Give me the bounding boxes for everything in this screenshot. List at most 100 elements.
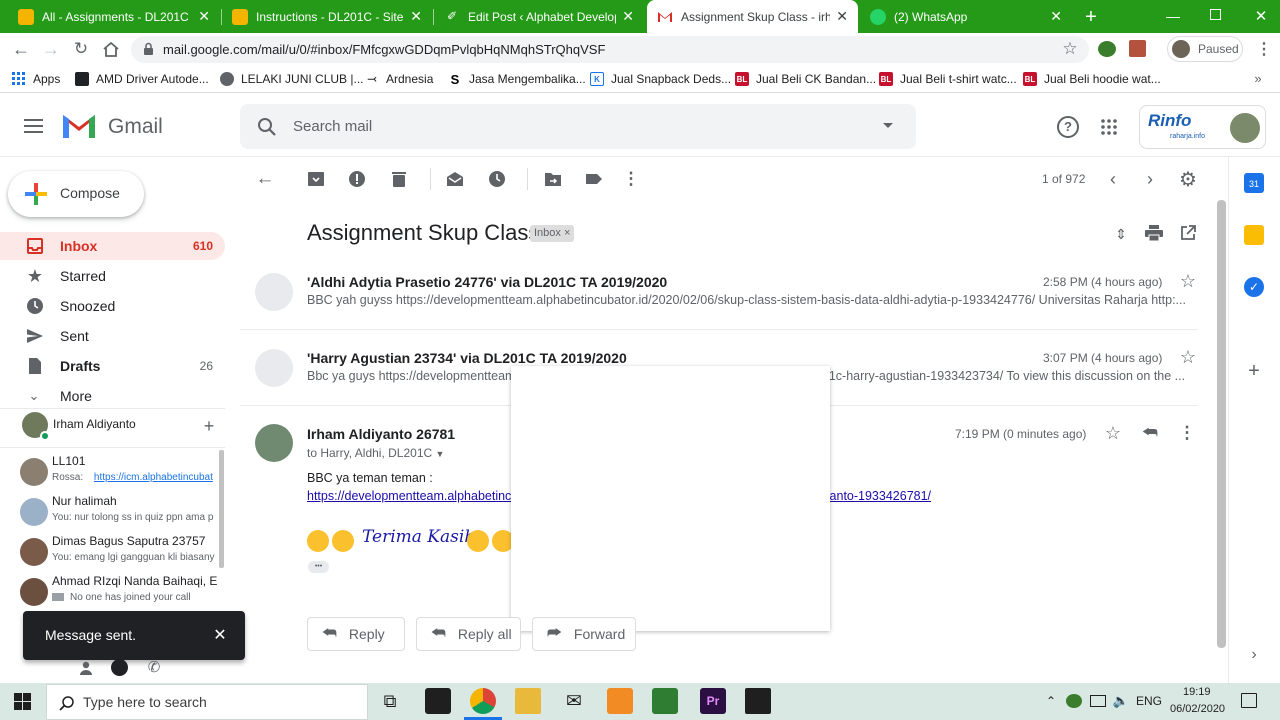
chrome-icon[interactable]	[470, 688, 496, 714]
close-tab-icon[interactable]: ✕	[410, 8, 422, 25]
bookmark-apps[interactable]: Apps	[12, 70, 60, 88]
task-view-icon[interactable]: ⧉	[377, 688, 403, 714]
star-message-icon[interactable]: ☆	[1103, 423, 1123, 443]
browser-tab-edit-post[interactable]: ✐ Edit Post ‹ Alphabet Developm ✕	[434, 0, 644, 33]
camtasia-icon[interactable]	[652, 688, 678, 714]
chat-item-dimas[interactable]: Dimas Bagus Saputra 23757 You: emang lgi…	[20, 534, 225, 572]
older-icon[interactable]: ›	[1141, 169, 1159, 189]
content-scrollbar[interactable]	[1217, 200, 1226, 648]
close-window-icon[interactable]: ✕	[1250, 6, 1272, 26]
nav-sent[interactable]: Sent	[0, 322, 225, 350]
home-icon[interactable]	[101, 40, 121, 58]
maximize-window-icon[interactable]	[1210, 9, 1221, 20]
chat-item-ahmad[interactable]: Ahmad RIzqi Nanda Baihaqi, E No one has …	[20, 574, 225, 612]
bookmark-jasa[interactable]: S Jasa Mengembalika...	[448, 70, 586, 88]
compose-button[interactable]: Compose	[8, 171, 144, 217]
close-tab-icon[interactable]: ✕	[1050, 8, 1062, 25]
premiere-pro-icon[interactable]: Pr	[700, 688, 726, 714]
chat-item-nur-halimah[interactable]: Nur halimah You: nur tolong ss in quiz p…	[20, 494, 225, 532]
profile-paused-chip[interactable]: Paused	[1167, 36, 1243, 62]
back-to-inbox-icon[interactable]: ←	[254, 168, 276, 189]
chat-scrollbar[interactable]	[219, 450, 224, 568]
browser-tab-instructions[interactable]: Instructions - DL201C - Sitem ✕	[222, 0, 432, 33]
google-apps-icon[interactable]	[1101, 119, 1117, 135]
mail-icon[interactable]: ✉	[561, 688, 587, 714]
nav-starred[interactable]: ★ Starred	[0, 262, 225, 290]
network-icon[interactable]	[1090, 695, 1106, 707]
nav-drafts[interactable]: Drafts 26	[0, 352, 225, 380]
show-details-icon[interactable]: ▼	[436, 449, 445, 459]
language-indicator[interactable]: ENG	[1136, 694, 1162, 708]
bookmark-ck-bandana[interactable]: BL Jual Beli CK Bandan...	[735, 70, 876, 88]
archive-icon[interactable]	[307, 170, 325, 188]
remove-label-icon[interactable]: ×	[564, 227, 570, 239]
store-icon[interactable]	[425, 688, 451, 714]
browser-tab-gmail[interactable]: Assignment Skup Class - irham ✕	[647, 0, 858, 33]
label-icon[interactable]	[585, 170, 603, 188]
hangouts-icon[interactable]	[111, 659, 128, 676]
minimize-window-icon[interactable]: —	[1162, 6, 1184, 26]
bookmark-hoodie[interactable]: BL Jual Beli hoodie wat...	[1023, 70, 1161, 88]
browser-tab-whatsapp[interactable]: (2) WhatsApp ✕	[860, 0, 1072, 33]
back-icon[interactable]: ←	[10, 38, 32, 60]
forward-button[interactable]: ⮫ Forward	[532, 617, 636, 651]
move-to-icon[interactable]	[544, 170, 562, 188]
chat-item-ll101[interactable]: LL101 Rossa: https://icm.alphabetincubat	[20, 454, 225, 492]
bookmark-star-icon[interactable]: ☆	[1060, 39, 1080, 59]
keep-icon[interactable]	[1244, 225, 1264, 245]
snooze-icon[interactable]	[488, 170, 506, 188]
clock-time[interactable]: 19:19	[1183, 686, 1211, 698]
phone-icon[interactable]: ✆	[146, 659, 162, 676]
contacts-icon[interactable]	[80, 661, 92, 675]
bookmark-lelaki-juni[interactable]: LELAKI JUNI CLUB |...	[220, 70, 364, 88]
close-icon[interactable]: ✕	[211, 625, 229, 645]
show-side-panel-icon[interactable]: ›	[1244, 645, 1264, 665]
show-hidden-icons-icon[interactable]: ⌃	[1044, 692, 1058, 710]
calendar-icon[interactable]: 31	[1244, 173, 1264, 193]
lock-icon[interactable]	[143, 42, 154, 56]
chat-snippet-link[interactable]: https://icm.alphabetincubat	[94, 472, 213, 483]
hangouts-user-name[interactable]: Irham Aldiyanto	[53, 417, 136, 431]
close-tab-icon[interactable]: ✕	[622, 8, 634, 25]
reply-icon[interactable]: ⮪	[1140, 423, 1160, 443]
nav-inbox[interactable]: Inbox 610	[0, 232, 225, 260]
nav-snoozed[interactable]: Snoozed	[0, 292, 225, 320]
forward-icon[interactable]: →	[40, 38, 62, 60]
new-tab-button[interactable]: +	[1080, 6, 1102, 28]
show-trimmed-content-button[interactable]: •••	[308, 561, 329, 573]
bookmark-amd[interactable]: AMD Driver Autode...	[75, 70, 209, 88]
url-text[interactable]: mail.google.com/mail/u/0/#inbox/FMfcgxwG…	[163, 42, 605, 57]
settings-gear-icon[interactable]: ⚙	[1178, 169, 1198, 191]
action-center-icon[interactable]	[1241, 693, 1257, 708]
volume-icon[interactable]: 🔈	[1112, 692, 1130, 710]
main-menu-icon[interactable]	[24, 118, 43, 134]
collapsed-message[interactable]: 'Aldhi Adytia Prasetio 24776' via DL201C…	[240, 258, 1197, 330]
clock-date[interactable]: 06/02/2020	[1170, 703, 1225, 715]
bookmark-snapback[interactable]: K Jual Snapback Deds...	[590, 70, 731, 88]
sublime-text-icon[interactable]	[607, 688, 633, 714]
search-options-icon[interactable]	[883, 123, 893, 128]
more-bookmarks-icon[interactable]: »	[1252, 70, 1264, 86]
print-icon[interactable]	[1145, 225, 1163, 242]
recipients[interactable]: to Harry, Aldhi, DL201C ▼	[307, 446, 444, 460]
star-message-icon[interactable]: ☆	[1178, 347, 1198, 367]
nav-more[interactable]: ⌄ More	[0, 382, 225, 410]
get-addons-icon[interactable]: +	[1244, 360, 1264, 382]
more-options-icon[interactable]: ⋮	[622, 169, 640, 188]
gmail-logo-icon[interactable]	[61, 113, 97, 140]
search-input[interactable]: Search mail	[293, 118, 372, 135]
reload-icon[interactable]: ↻	[70, 38, 92, 60]
bookmark-ardnesia[interactable]: ⤙ Ardnesia	[365, 70, 434, 88]
windows-start-icon[interactable]	[14, 693, 31, 710]
support-icon[interactable]: ?	[1057, 116, 1079, 138]
reply-all-button[interactable]: ⮪ Reply all	[416, 617, 521, 651]
inbox-label-chip[interactable]: Inbox ×	[530, 225, 575, 242]
new-chat-icon[interactable]: +	[200, 416, 218, 436]
delete-icon[interactable]	[390, 170, 408, 188]
close-tab-icon[interactable]: ✕	[198, 8, 210, 25]
bookmark-tshirt[interactable]: BL Jual Beli t-shirt watc...	[879, 70, 1017, 88]
close-tab-icon[interactable]: ✕	[836, 8, 848, 25]
tray-app-icon[interactable]	[1066, 694, 1082, 708]
extension-pdf-icon[interactable]	[1129, 40, 1146, 57]
reply-button[interactable]: ⮪ Reply	[307, 617, 405, 651]
